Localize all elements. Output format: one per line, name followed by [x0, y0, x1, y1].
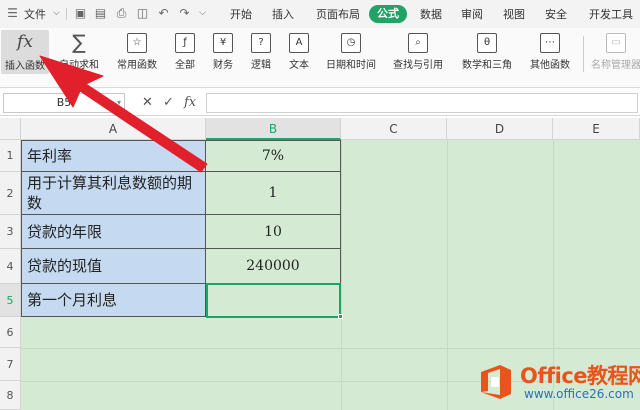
cell-b2[interactable]: 1 [206, 172, 341, 215]
menu-bar: ☰ 文件 ⌵ ▣ ▤ ⎙ ◫ ↶ ↷ ⌵ 开始 插入 页面布局 公式 数据 审阅… [0, 0, 640, 28]
cell-a3[interactable]: 贷款的年限 [21, 215, 206, 249]
insert-function-button[interactable]: fx 插入函数 [1, 30, 49, 74]
column-header-b[interactable]: B [206, 118, 341, 140]
sigma-icon: ∑ [72, 30, 86, 54]
text-functions-label: 文本 [289, 60, 309, 71]
ribbon-formulas: fx 插入函数 ∑ 自动求和 ☆ 常用函数 ƒ 全部 ¥ 财务 ? 逻辑 A 文… [0, 28, 640, 88]
formula-fx-icon[interactable]: fx [184, 95, 196, 110]
tab-review[interactable]: 审阅 [461, 6, 483, 22]
cell-b4[interactable]: 240000 [206, 249, 341, 284]
select-all-corner[interactable] [0, 118, 21, 140]
all-functions-label: 全部 [175, 60, 195, 71]
name-box[interactable]: B5 ▾ [3, 93, 125, 113]
other-functions-label: 其他函数 [530, 60, 570, 71]
math-functions-label: 数学和三角 [462, 60, 512, 71]
star-function-icon: ☆ [127, 33, 147, 53]
redo-icon[interactable]: ↷ [178, 7, 191, 20]
row-header-8[interactable]: 8 [0, 381, 21, 410]
column-header-c[interactable]: C [341, 118, 447, 140]
office-logo-icon [481, 365, 511, 399]
cell-b3[interactable]: 10 [206, 215, 341, 249]
print-icon[interactable]: ⎙ [115, 7, 128, 20]
lookup-search-icon: ⌕ [408, 33, 428, 53]
column-header-e[interactable]: E [553, 118, 640, 140]
chevron-down-icon[interactable]: ⌵ [50, 7, 63, 20]
question-icon: ? [251, 33, 271, 53]
formula-bar: B5 ▾ ✕ ✓ fx [0, 90, 640, 116]
file-menu[interactable]: 文件 [24, 6, 46, 22]
tab-view[interactable]: 视图 [503, 6, 525, 22]
datetime-functions-label: 日期和时间 [326, 60, 376, 71]
confirm-icon[interactable]: ✓ [163, 95, 174, 110]
logic-functions-label: 逻辑 [251, 60, 271, 71]
row-header-5[interactable]: 5 [0, 284, 21, 317]
finance-functions-button[interactable]: ¥ 财务 [206, 28, 240, 84]
math-icon: θ [477, 33, 497, 53]
name-manager-label: 名称管理器 [591, 60, 640, 71]
cell-a2[interactable]: 用于计算其利息数额的期数 [21, 172, 206, 215]
text-a-icon: A [289, 33, 309, 53]
quick-access-chevron-icon[interactable]: ⌵ [196, 7, 209, 20]
cell-b1[interactable]: 7% [206, 140, 341, 172]
common-functions-label: 常用函数 [117, 60, 157, 71]
row-header-7[interactable]: 7 [0, 348, 21, 381]
row-header-6[interactable]: 6 [0, 317, 21, 348]
name-manager-button[interactable]: ▭ 名称管理器 [588, 28, 640, 84]
row-header-1[interactable]: 1 [0, 140, 21, 172]
cell-a1[interactable]: 年利率 [21, 140, 206, 172]
row-header-4[interactable]: 4 [0, 249, 21, 284]
gridline [341, 140, 342, 410]
more-functions-icon: ⋯ [540, 33, 560, 53]
gridline [447, 140, 448, 410]
datetime-functions-button[interactable]: ◷ 日期和时间 [321, 28, 381, 84]
cell-a4[interactable]: 贷款的现值 [21, 249, 206, 284]
formula-input[interactable] [206, 93, 638, 113]
name-manager-icon: ▭ [606, 33, 626, 53]
name-box-value: B5 [56, 96, 72, 109]
tab-formulas[interactable]: 公式 [369, 5, 407, 23]
lookup-functions-label: 查找与引用 [393, 60, 443, 71]
cell-b5-active[interactable] [206, 283, 341, 318]
cell-a5[interactable]: 第一个月利息 [21, 284, 206, 317]
column-header-a[interactable]: A [21, 118, 206, 140]
insert-function-label: 插入函数 [5, 61, 45, 72]
hamburger-menu-icon[interactable]: ☰ [6, 7, 19, 20]
logic-functions-button[interactable]: ? 逻辑 [244, 28, 278, 84]
tab-home[interactable]: 开始 [230, 6, 252, 22]
lookup-functions-button[interactable]: ⌕ 查找与引用 [387, 28, 449, 84]
autosum-button[interactable]: ∑ 自动求和 [54, 28, 104, 84]
all-functions-button[interactable]: ƒ 全部 [168, 28, 202, 84]
gridline [21, 348, 640, 349]
column-header-d[interactable]: D [447, 118, 553, 140]
yen-icon: ¥ [213, 33, 233, 53]
tab-page-layout[interactable]: 页面布局 [316, 6, 360, 22]
save-icon[interactable]: ▣ [74, 7, 87, 20]
row-header-3[interactable]: 3 [0, 215, 21, 249]
common-functions-button[interactable]: ☆ 常用函数 [111, 28, 163, 84]
print-preview-icon[interactable]: ◫ [136, 7, 149, 20]
tab-insert[interactable]: 插入 [272, 6, 294, 22]
watermark: Office教程网 www.office26.com [470, 358, 640, 406]
function-library-icon: ƒ [175, 33, 195, 53]
tab-data[interactable]: 数据 [420, 6, 442, 22]
autosum-label: 自动求和 [59, 60, 99, 71]
fill-handle[interactable] [338, 314, 343, 319]
watermark-title: Office教程网 [520, 364, 640, 388]
tab-developer[interactable]: 开发工具 [589, 6, 633, 22]
undo-icon[interactable]: ↶ [157, 7, 170, 20]
finance-functions-label: 财务 [213, 60, 233, 71]
menu-separator [66, 8, 67, 20]
row-header-2[interactable]: 2 [0, 172, 21, 215]
text-functions-button[interactable]: A 文本 [282, 28, 316, 84]
tab-security[interactable]: 安全 [545, 6, 567, 22]
watermark-url: www.office26.com [524, 387, 634, 401]
math-functions-button[interactable]: θ 数学和三角 [456, 28, 518, 84]
fx-icon: fx [17, 32, 33, 52]
ribbon-separator [583, 36, 584, 72]
name-box-chevron-icon[interactable]: ▾ [117, 94, 121, 112]
cancel-icon[interactable]: ✕ [142, 95, 153, 110]
other-functions-button[interactable]: ⋯ 其他函数 [523, 28, 577, 84]
export-pdf-icon[interactable]: ▤ [94, 7, 107, 20]
clock-icon: ◷ [341, 33, 361, 53]
